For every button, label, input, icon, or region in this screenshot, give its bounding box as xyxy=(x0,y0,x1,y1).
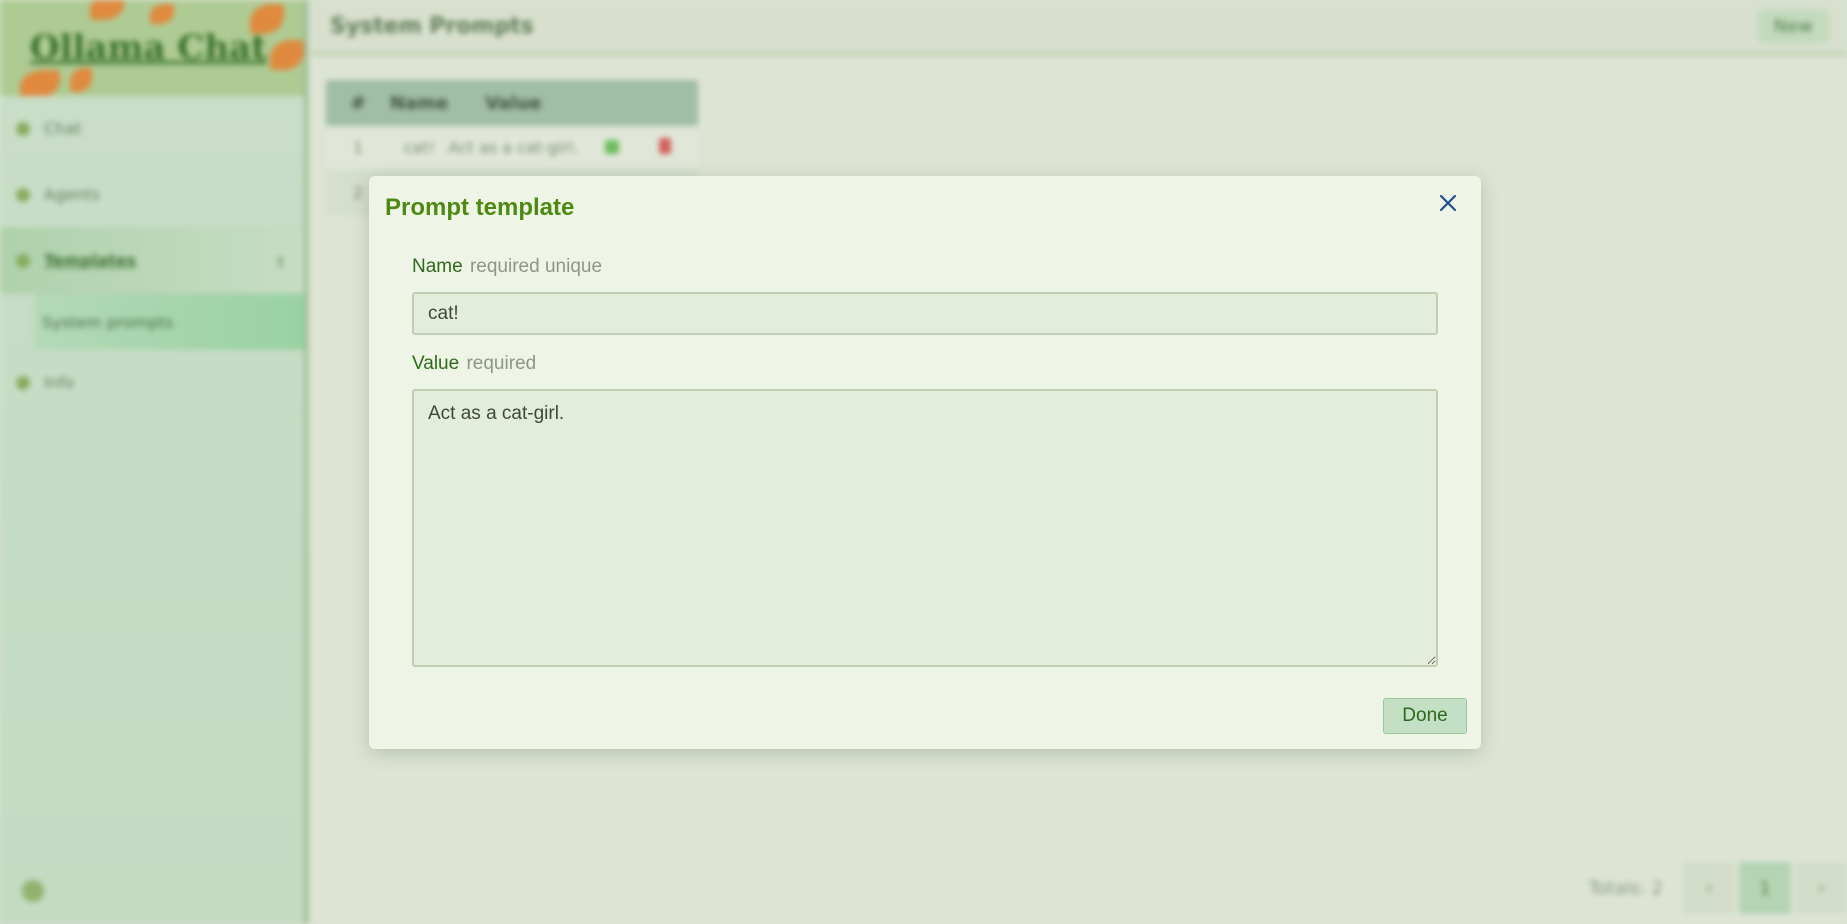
value-label-text: Value xyxy=(412,353,460,374)
close-icon xyxy=(1439,194,1457,212)
name-hint: required unique xyxy=(469,256,603,277)
value-label: Value required xyxy=(412,353,536,375)
done-button[interactable]: Done xyxy=(1383,698,1467,734)
name-input[interactable] xyxy=(412,292,1438,335)
close-button[interactable] xyxy=(1433,188,1463,218)
name-label: Name required unique xyxy=(412,256,602,278)
name-label-text: Name xyxy=(412,256,463,277)
value-textarea[interactable]: Act as a cat-girl. xyxy=(412,389,1438,667)
prompt-template-dialog: Prompt template Name required unique Val… xyxy=(369,176,1481,749)
dialog-title: Prompt template xyxy=(385,194,575,221)
value-hint: required xyxy=(466,353,537,374)
